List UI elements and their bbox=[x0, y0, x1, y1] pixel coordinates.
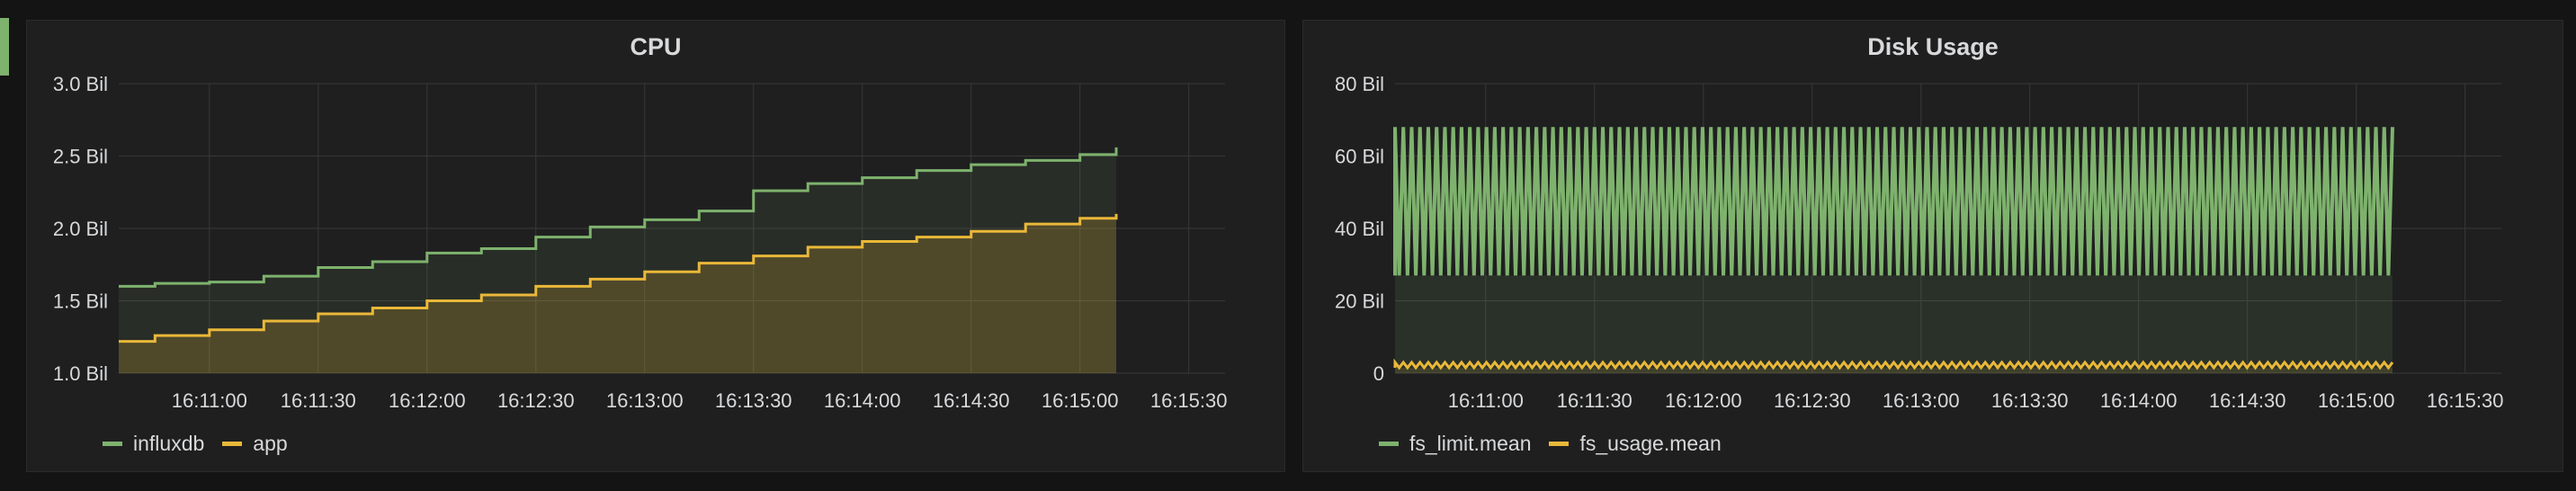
disk-usage-panel: Disk Usage 0 20 Bil 40 Bil 60 Bil 80 Bil 16:1… bbox=[1302, 20, 2563, 472]
x-tick-label: 16:14:30 bbox=[933, 389, 1010, 412]
y-tick-label: 20 Bil bbox=[1335, 290, 1384, 313]
legend-label: fs_usage.mean bbox=[1579, 431, 1722, 455]
legend-label: influxdb bbox=[133, 431, 205, 455]
x-tick-label: 16:13:00 bbox=[606, 389, 684, 412]
x-tick-label: 16:12:00 bbox=[389, 389, 466, 412]
legend-item-influxdb[interactable]: influxdb bbox=[103, 432, 204, 456]
y-tick-label: 3.0 Bil bbox=[53, 73, 108, 95]
disk-usage-chart: 0 20 Bil 40 Bil 60 Bil 80 Bil 16:11:00 16:11:3… bbox=[1335, 73, 2504, 412]
series-area-fs_limit.mean bbox=[1395, 275, 2393, 373]
legend-swatch bbox=[1549, 441, 1570, 446]
x-tick-label: 16:15:00 bbox=[2318, 389, 2395, 412]
y-tick-label: 2.5 Bil bbox=[53, 146, 108, 168]
x-tick-label: 16:12:00 bbox=[1665, 389, 1742, 412]
y-tick-label: 1.5 Bil bbox=[53, 290, 108, 313]
legend: fs_limit.mean fs_usage.mean bbox=[1379, 430, 1722, 457]
series-line-fs_limit.mean bbox=[1393, 127, 2395, 276]
x-tick-label: 16:15:30 bbox=[2427, 389, 2504, 412]
y-tick-label: 40 Bil bbox=[1335, 218, 1384, 240]
legend-item-fs-limit[interactable]: fs_limit.mean bbox=[1379, 432, 1531, 456]
y-tick-label: 80 Bil bbox=[1335, 73, 1384, 95]
x-tick-label: 16:11:30 bbox=[281, 389, 356, 412]
x-tick-label: 16:11:30 bbox=[1557, 389, 1632, 412]
y-tick-label: 1.0 Bil bbox=[53, 362, 108, 385]
series-area-fs_usage.mean bbox=[1395, 367, 2393, 373]
x-tick-label: 16:15:00 bbox=[1042, 389, 1119, 412]
x-tick-label: 16:14:30 bbox=[2209, 389, 2286, 412]
legend-swatch bbox=[222, 441, 243, 446]
x-tick-label: 16:11:00 bbox=[172, 389, 247, 412]
x-tick-label: 16:14:00 bbox=[2100, 389, 2178, 412]
y-tick-label: 0 bbox=[1373, 362, 1384, 385]
legend: influxdb app bbox=[103, 430, 288, 457]
x-tick-label: 16:12:30 bbox=[497, 389, 575, 412]
legend-item-app[interactable]: app bbox=[222, 431, 288, 456]
y-tick-label: 2.0 Bil bbox=[53, 218, 108, 240]
legend-swatch bbox=[103, 441, 122, 446]
x-tick-label: 16:13:30 bbox=[1991, 389, 2069, 412]
x-tick-label: 16:11:00 bbox=[1448, 389, 1524, 412]
cpu-panel: CPU 1.0 Bil 1.5 Bil 2.0 Bil 2.5 Bil 3.0 Bil 1… bbox=[26, 20, 1285, 472]
legend-label: fs_limit.mean bbox=[1409, 431, 1532, 455]
accent-bar bbox=[0, 18, 9, 76]
x-tick-label: 16:14:00 bbox=[824, 389, 901, 412]
y-tick-label: 60 Bil bbox=[1335, 146, 1384, 168]
x-tick-label: 16:13:30 bbox=[715, 389, 792, 412]
legend-swatch bbox=[1379, 441, 1399, 446]
cpu-chart: 1.0 Bil 1.5 Bil 2.0 Bil 2.5 Bil 3.0 Bil 16:11… bbox=[53, 73, 1228, 412]
legend-item-fs-usage[interactable]: fs_usage.mean bbox=[1549, 431, 1722, 456]
x-tick-label: 16:13:00 bbox=[1883, 389, 1960, 412]
legend-label: app bbox=[253, 431, 288, 455]
x-tick-label: 16:15:30 bbox=[1150, 389, 1228, 412]
x-tick-label: 16:12:30 bbox=[1774, 389, 1851, 412]
